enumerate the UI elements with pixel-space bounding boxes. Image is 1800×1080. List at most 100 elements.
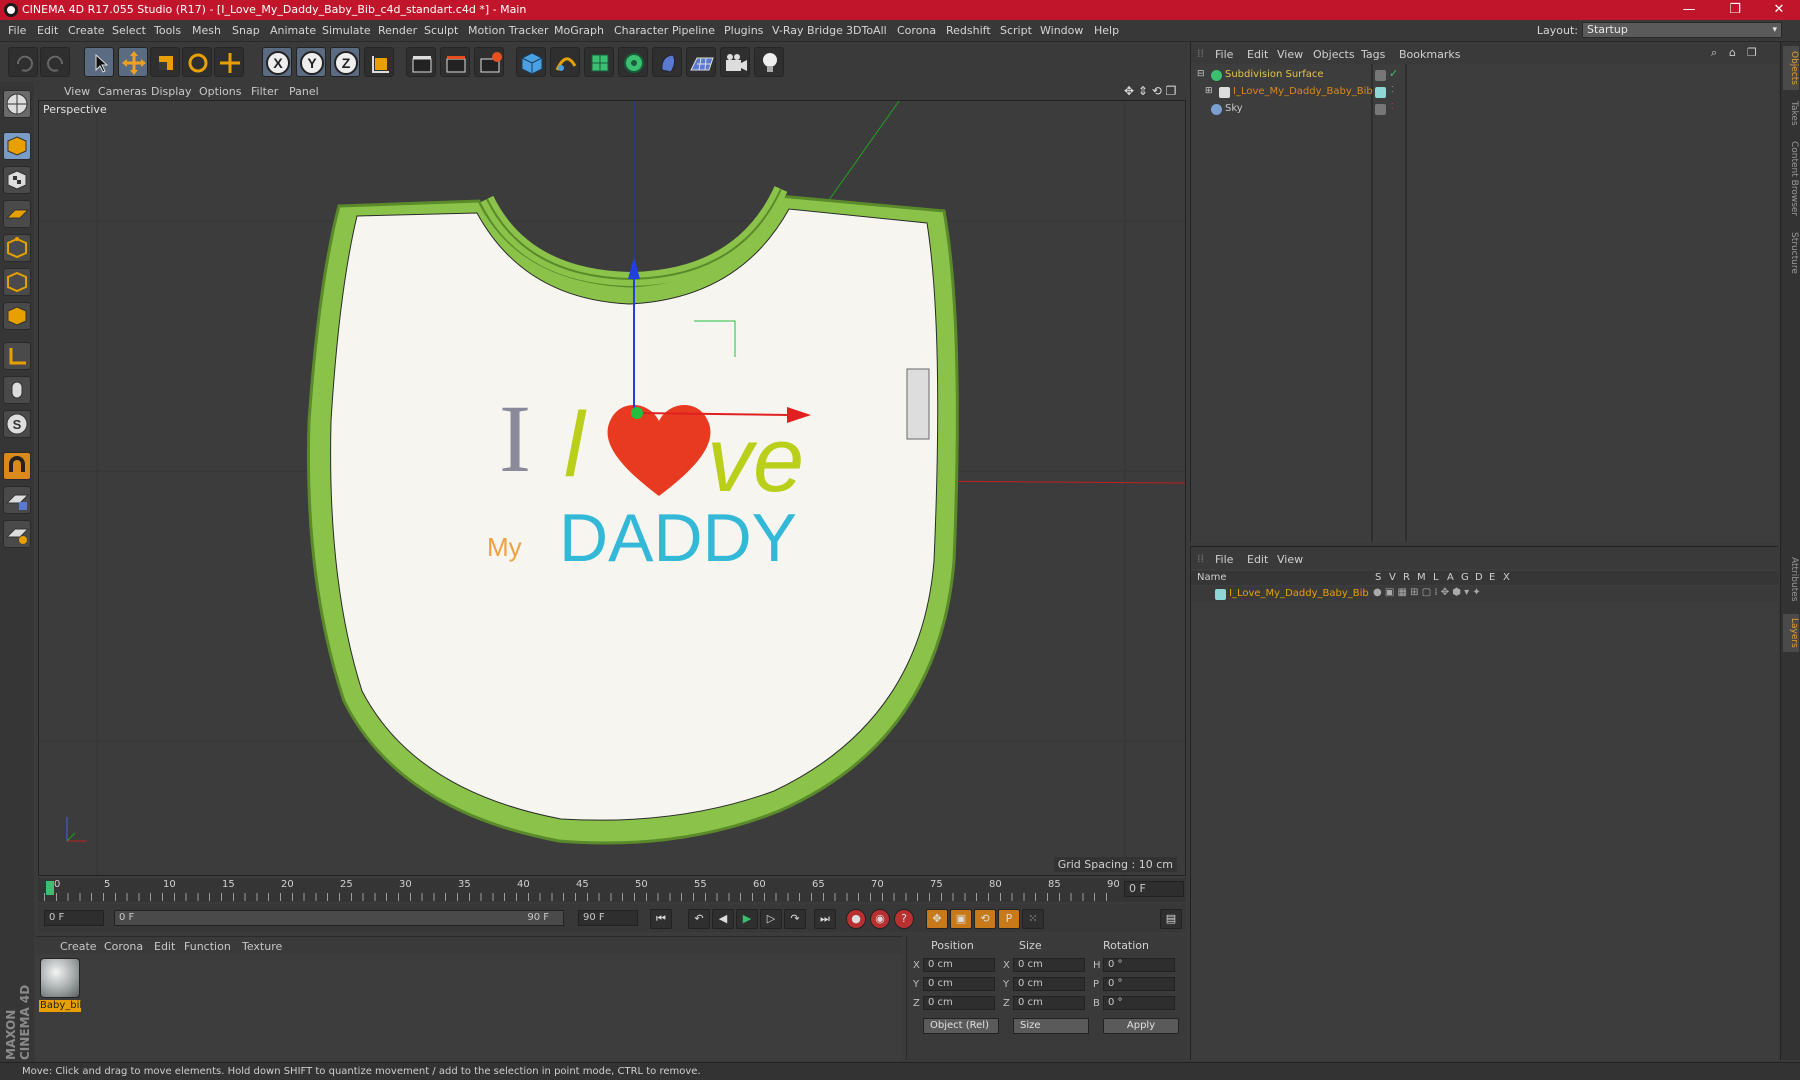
objmgr-menu-edit[interactable]: Edit	[1247, 48, 1268, 61]
objmgr-menu-objects[interactable]: Objects	[1313, 48, 1355, 61]
rotate-tool-button[interactable]	[182, 47, 212, 77]
menu-render[interactable]: Render	[378, 24, 417, 37]
menu-help[interactable]: Help	[1094, 24, 1119, 37]
layer-row[interactable]: I_Love_My_Daddy_Baby_Bib ● ▣ ▦ ⊞ ▢ ⁞ ✥ ⬢…	[1191, 586, 1779, 602]
object-name[interactable]: Subdivision Surface	[1225, 69, 1324, 80]
current-frame-field[interactable]: 0 F	[1124, 881, 1184, 897]
make-editable-button[interactable]	[3, 90, 31, 118]
expand-toggle-icon[interactable]: ⊟	[1197, 69, 1205, 79]
col-generators[interactable]: G	[1461, 572, 1469, 583]
layer-color-box[interactable]	[1375, 87, 1386, 98]
go-to-end-button[interactable]: ⏭	[814, 909, 836, 929]
render-view-button[interactable]	[406, 47, 436, 77]
move-tool-button[interactable]	[118, 47, 148, 77]
viewport-menu-panel[interactable]: Panel	[289, 85, 319, 98]
axis-mode-button[interactable]	[3, 342, 31, 370]
object-row-sky[interactable]: Sky ⁚	[1191, 101, 1779, 118]
live-selection-button[interactable]	[84, 47, 114, 77]
model-mode-button[interactable]	[3, 132, 31, 160]
col-xref[interactable]: X	[1503, 572, 1510, 583]
menu-3dtoall[interactable]: 3DToAll	[846, 24, 887, 37]
start-frame-field[interactable]: 0 F	[44, 910, 104, 926]
gizmo-center[interactable]	[631, 407, 643, 419]
tab-structure[interactable]: Structure	[1783, 228, 1799, 278]
lock-workplane-button[interactable]	[3, 486, 31, 514]
planar-workplane-button[interactable]	[3, 520, 31, 548]
undo-button[interactable]	[8, 47, 38, 77]
key-position-toggle[interactable]: ✥	[926, 909, 948, 929]
menu-tools[interactable]: Tools	[154, 24, 181, 37]
workplane-button[interactable]	[3, 200, 31, 228]
menu-redshift[interactable]: Redshift	[946, 24, 991, 37]
size-z-field[interactable]: 0 cm	[1013, 996, 1085, 1010]
visibility-dots-icon[interactable]: ⁚	[1391, 85, 1394, 94]
menu-create[interactable]: Create	[68, 24, 105, 37]
cube-primitive-button[interactable]	[516, 47, 546, 77]
record-active-objects-button[interactable]: ●	[846, 909, 866, 929]
play-button[interactable]: ▶	[736, 909, 758, 929]
close-button[interactable]: ✕	[1756, 0, 1800, 20]
menu-sculpt[interactable]: Sculpt	[424, 24, 458, 37]
end-frame-field[interactable]: 90 F	[578, 910, 638, 926]
apply-button[interactable]: Apply	[1103, 1018, 1179, 1034]
keyframe-selection-button[interactable]: ?	[894, 909, 914, 929]
layout-select[interactable]: Startup ▾	[1582, 22, 1782, 38]
material-swatch[interactable]	[40, 958, 80, 998]
x-axis-toggle[interactable]: X	[262, 47, 292, 77]
tab-attributes[interactable]: Attributes	[1783, 550, 1799, 608]
objmgr-menu-file[interactable]: File	[1215, 48, 1233, 61]
material-menu-texture[interactable]: Texture	[242, 940, 282, 953]
render-settings-button[interactable]	[474, 47, 504, 77]
col-render[interactable]: R	[1403, 572, 1410, 583]
col-deformers[interactable]: D	[1475, 572, 1483, 583]
menu-file[interactable]: File	[8, 24, 26, 37]
rotation-h-field[interactable]: 0 °	[1103, 958, 1175, 972]
polygons-mode-button[interactable]	[3, 302, 31, 330]
light-button[interactable]	[754, 47, 784, 77]
next-key-button[interactable]: ↷	[784, 909, 806, 929]
material-menu-create[interactable]: Create	[60, 940, 97, 953]
viewport-menu-filter[interactable]: Filter	[251, 85, 278, 98]
material-menu-edit[interactable]: Edit	[154, 940, 175, 953]
material-menu-function[interactable]: Function	[184, 940, 231, 953]
frame-range-slider[interactable]: 0 F 90 F	[114, 910, 564, 926]
y-axis-toggle[interactable]: Y	[296, 47, 326, 77]
layer-menu-view[interactable]: View	[1277, 553, 1303, 566]
expand-toggle-icon[interactable]: ⊞	[1205, 86, 1213, 96]
minimize-button[interactable]: —	[1666, 0, 1712, 20]
object-name[interactable]: I_Love_My_Daddy_Baby_Bib	[1233, 86, 1373, 97]
visibility-dots-icon[interactable]: ⁚	[1391, 102, 1394, 111]
objmgr-menu-tags[interactable]: Tags	[1361, 48, 1385, 61]
gizmo-y-arrow[interactable]	[628, 257, 640, 279]
menu-pipeline[interactable]: Pipeline	[672, 24, 715, 37]
floor-environment-button[interactable]	[686, 47, 716, 77]
deformer-button[interactable]	[652, 47, 682, 77]
texture-mode-button[interactable]	[3, 166, 31, 194]
layer-menu-edit[interactable]: Edit	[1247, 553, 1268, 566]
menu-script[interactable]: Script	[1000, 24, 1032, 37]
object-row-baby-bib[interactable]: ⊞ I_Love_My_Daddy_Baby_Bib ⁚	[1191, 84, 1779, 101]
layer-menu-file[interactable]: File	[1215, 553, 1233, 566]
viewport-navigation-icons[interactable]: ✥ ⇕ ⟲ ❐	[1124, 84, 1176, 98]
snapping-button[interactable]	[3, 452, 31, 480]
key-rotation-toggle[interactable]: ⟲	[974, 909, 996, 929]
layer-box[interactable]	[1375, 70, 1386, 81]
key-parameter-toggle[interactable]: P	[998, 909, 1020, 929]
previous-key-button[interactable]: ↶	[688, 909, 710, 929]
menu-vray-bridge[interactable]: V-Ray Bridge	[772, 24, 843, 37]
objmgr-menu-bookmarks[interactable]: Bookmarks	[1399, 48, 1460, 61]
next-frame-button[interactable]: ▷	[760, 909, 782, 929]
key-pla-toggle[interactable]: ⁙	[1022, 909, 1044, 929]
layer-box[interactable]	[1375, 104, 1386, 115]
new-view-icon[interactable]: ❐	[1747, 46, 1757, 59]
col-manager[interactable]: M	[1417, 572, 1426, 583]
layer-flag-icons[interactable]: ● ▣ ▦ ⊞ ▢ ⁞ ✥ ⬢ ▾ ✦	[1373, 587, 1481, 598]
position-z-field[interactable]: 0 cm	[923, 996, 995, 1010]
layer-name[interactable]: I_Love_My_Daddy_Baby_Bib	[1229, 588, 1369, 599]
tab-objects[interactable]: Objects	[1783, 46, 1799, 90]
menu-select[interactable]: Select	[112, 24, 146, 37]
camera-button[interactable]	[720, 47, 750, 77]
size-mode-dropdown[interactable]: Size	[1013, 1018, 1089, 1034]
position-y-field[interactable]: 0 cm	[923, 977, 995, 991]
edges-mode-button[interactable]	[3, 268, 31, 296]
